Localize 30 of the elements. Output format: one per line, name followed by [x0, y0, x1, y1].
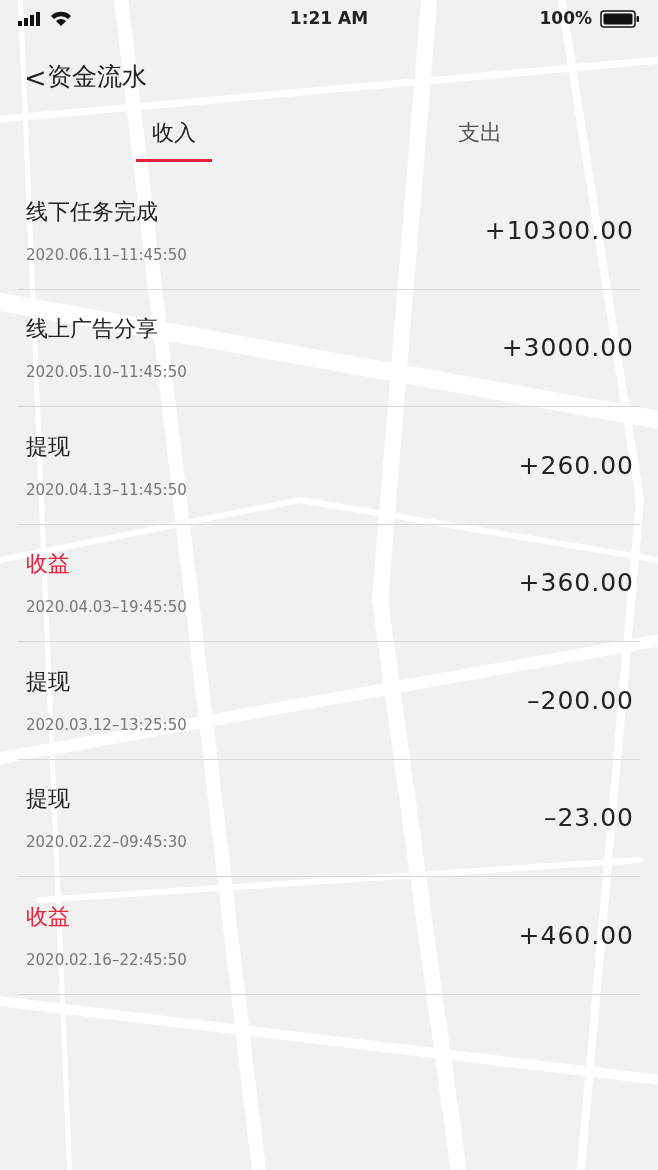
record-amount: +3000.00	[501, 332, 634, 364]
record-date: 2020.04.03–19:45:50	[26, 597, 187, 618]
wifi-icon	[50, 11, 72, 27]
record-date: 2020.06.11–11:45:50	[26, 244, 187, 266]
record-title: 线上广告分享	[26, 315, 159, 343]
record-title: 线下任务完成	[26, 197, 159, 226]
record-date: 2020.04.13–11:45:50	[26, 479, 187, 501]
record-date: 2020.02.22–09:45:30	[26, 832, 187, 853]
record-amount: +10300.00	[484, 214, 634, 247]
record-amount: –23.00	[543, 802, 634, 834]
page-title: 资金流水	[46, 61, 147, 94]
record-amount: +460.00	[518, 919, 634, 952]
record-title: 收益	[26, 550, 71, 578]
record-date: 2020.02.16–22:45:50	[26, 949, 187, 971]
record-title: 提现	[26, 785, 71, 813]
record-date: 2020.03.12–13:25:50	[26, 714, 187, 736]
record-title: 收益	[26, 902, 71, 931]
record-amount: +260.00	[518, 449, 634, 482]
tab[interactable]: 收入	[136, 116, 212, 162]
back-button[interactable]: <	[24, 63, 47, 91]
record-title: 提现	[26, 667, 71, 696]
record-title: 提现	[26, 432, 71, 461]
battery-percent: 100%	[539, 7, 592, 31]
status-time: 1:21 AM	[289, 7, 369, 31]
signal-icon	[18, 12, 42, 26]
tab[interactable]: 支出	[442, 116, 518, 162]
battery-icon	[600, 10, 640, 28]
record-amount: –200.00	[527, 684, 634, 717]
record-amount: +360.00	[518, 567, 634, 599]
record-date: 2020.05.10–11:45:50	[26, 362, 187, 383]
